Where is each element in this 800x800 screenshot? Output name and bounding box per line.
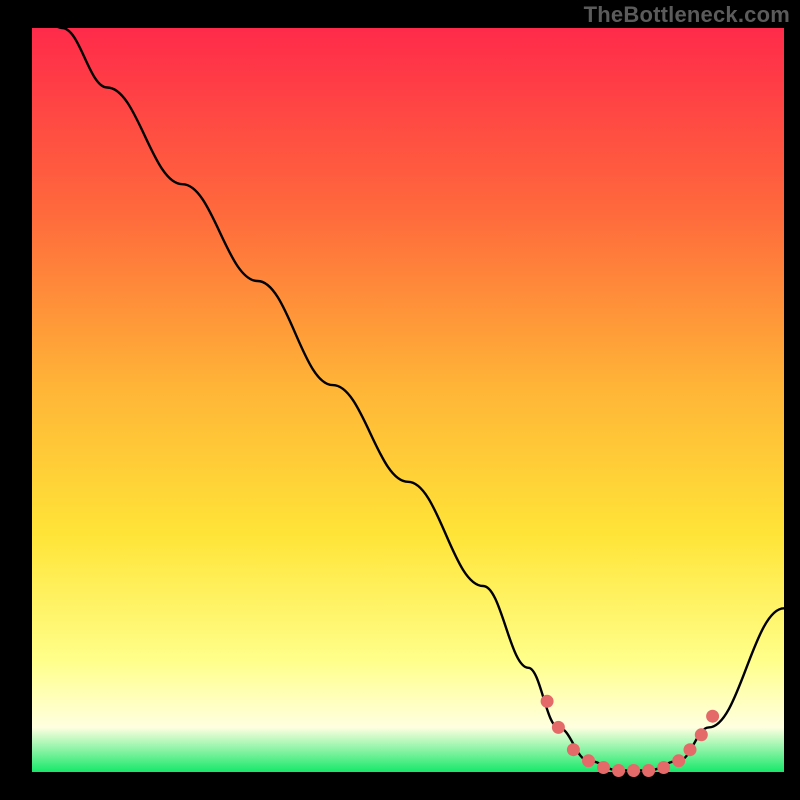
watermark-text: TheBottleneck.com <box>584 2 790 28</box>
sweet-spot-dot <box>612 764 625 777</box>
gradient-plot-area <box>32 28 784 772</box>
bottleneck-chart <box>0 0 800 800</box>
sweet-spot-dot <box>567 743 580 756</box>
sweet-spot-dot <box>552 721 565 734</box>
sweet-spot-dot <box>642 764 655 777</box>
sweet-spot-dot <box>627 764 640 777</box>
chart-stage: TheBottleneck.com <box>0 0 800 800</box>
sweet-spot-dot <box>684 743 697 756</box>
sweet-spot-dot <box>541 695 554 708</box>
sweet-spot-dot <box>672 754 685 767</box>
sweet-spot-dot <box>657 761 670 774</box>
sweet-spot-dot <box>597 761 610 774</box>
sweet-spot-dot <box>695 728 708 741</box>
sweet-spot-dot <box>582 754 595 767</box>
sweet-spot-dot <box>706 710 719 723</box>
